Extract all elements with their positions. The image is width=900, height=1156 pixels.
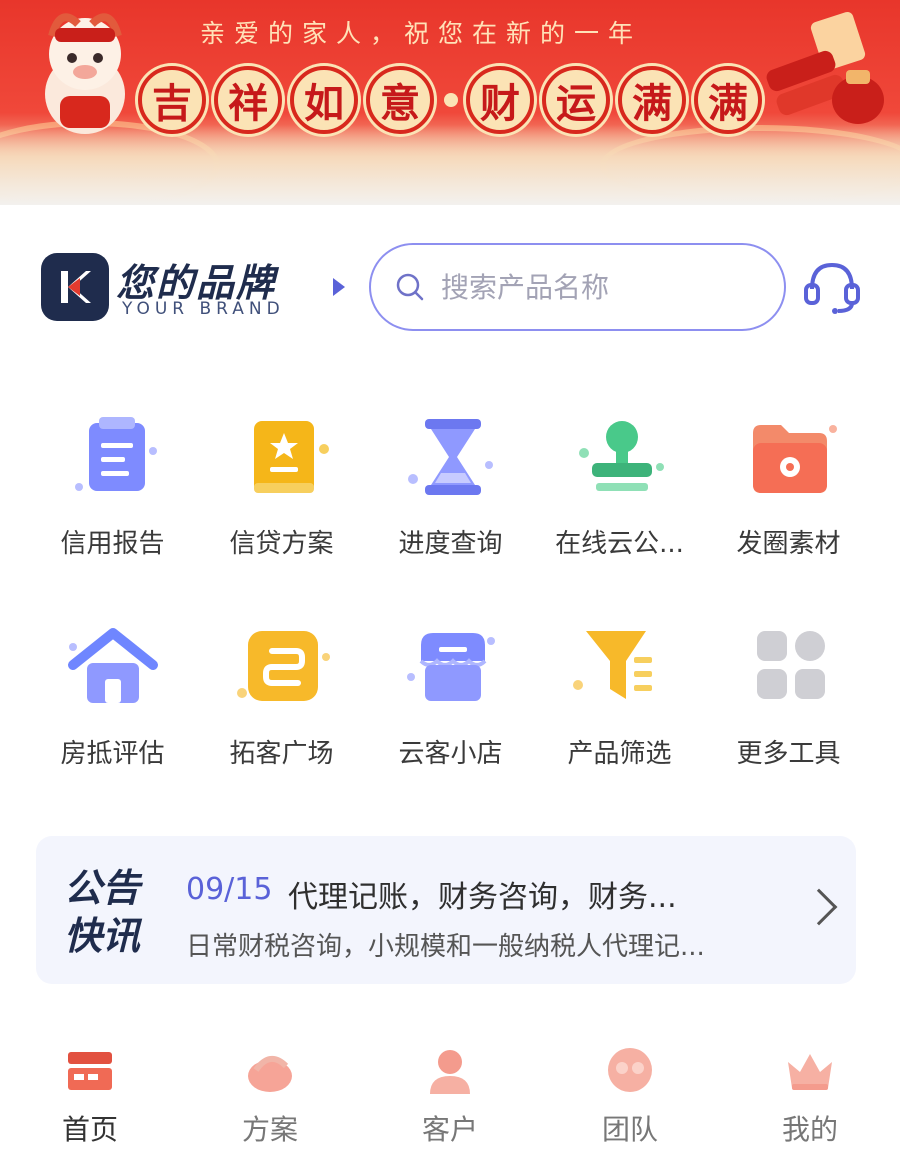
brand-subtitle: YOUR BRAND [122,299,285,319]
book-star-icon [253,421,329,493]
banner-char: 如 [290,66,358,134]
tool-label: 发圈素材 [736,529,841,559]
announcement-tag-line: 公告 [64,866,141,910]
customer-expand-icon [236,631,330,701]
tools-row: 信用报告 信贷方案 进度查询 在线云公... 发圈素材 [28,395,873,605]
crown-icon [788,1054,832,1090]
banner-char: 运 [542,66,610,134]
firecracker-gift-icon [766,11,884,124]
tool-label: 产品筛选 [567,739,672,769]
banner-char: 满 [618,66,686,134]
tools-row: 房抵评估 拓客广场 云客小店 产品筛选 更多工具 [28,605,873,815]
search-input[interactable] [441,270,741,304]
banner-title: 吉 祥 如 意 财 运 满 满 [138,66,770,134]
banner-subtitle: 亲爱的家人，祝您在新的一年 [200,19,643,48]
tool-label: 拓客广场 [229,739,334,769]
search-icon [396,273,424,301]
team-icon [608,1048,652,1092]
tool-progress-query[interactable]: 进度查询 [366,395,535,605]
shop-icon [406,633,495,701]
hourglass-icon [407,419,493,495]
tab-team[interactable]: 团队 [540,1030,720,1156]
customer-icon [430,1050,470,1094]
banner-char: 吉 [138,66,206,134]
search-bar[interactable] [369,243,786,331]
banner-char: 意 [366,66,434,134]
home-icon [68,1052,112,1090]
announcement-body: 日常财税咨询，小规模和一般纳税人代理记... [186,932,705,962]
tool-cloud-shop[interactable]: 云客小店 [366,605,535,815]
dragon-mascot-icon [45,13,125,134]
bottom-tab-bar: 首页 方案 客户 团队 我的 [0,1030,900,1156]
tab-plan[interactable]: 方案 [180,1030,360,1156]
announcement-date: 09/15 [186,872,273,907]
tool-more-tools[interactable]: 更多工具 [704,605,873,815]
new-year-banner[interactable]: 亲爱的家人，祝您在新的一年 吉 祥 如 意 财 运 满 满 [0,0,900,205]
banner-dot [444,93,458,107]
tab-label: 方案 [241,1113,298,1146]
customer-service-icon[interactable] [800,255,864,319]
stamp-icon [578,421,664,491]
tool-label: 信贷方案 [229,529,334,559]
tool-credit-report[interactable]: 信用报告 [28,395,197,605]
announcement-title: 代理记账，财务咨询，财务... [288,880,677,915]
tool-credit-plan[interactable]: 信贷方案 [197,395,366,605]
document-icon [74,417,157,491]
tool-online-seal[interactable]: 在线云公... [535,395,704,605]
chevron-right-icon[interactable] [800,888,838,926]
tool-label: 更多工具 [736,739,841,769]
brand-switch-arrow-icon[interactable] [333,278,345,296]
announcement-tag-line: 快讯 [64,914,141,958]
tab-label: 团队 [601,1113,658,1146]
announcement-tag: 公告 快讯 [64,864,164,960]
tool-product-filter[interactable]: 产品筛选 [535,605,704,815]
tool-property-valuation[interactable]: 房抵评估 [28,605,197,815]
banner-char: 祥 [214,66,282,134]
house-icon [67,628,158,703]
app-home-page: 亲爱的家人，祝您在新的一年 吉 祥 如 意 财 运 满 满 您的品牌 YOUR [0,0,900,1156]
tool-label: 云客小店 [398,739,503,769]
tab-label: 客户 [421,1113,478,1146]
tool-label: 在线云公... [555,529,684,559]
tool-customer-expansion[interactable]: 拓客广场 [197,605,366,815]
tab-mine[interactable]: 我的 [720,1030,900,1156]
tool-label: 进度查询 [398,529,503,559]
announcement-card[interactable]: 公告 快讯 09/15 代理记账，财务咨询，财务... 日常财税咨询，小规模和一… [36,836,856,984]
funnel-icon [572,631,652,699]
plan-icon [248,1056,292,1092]
tab-customer[interactable]: 客户 [360,1030,540,1156]
tool-label: 信用报告 [60,529,165,559]
tool-share-materials[interactable]: 发圈素材 [704,395,873,605]
tab-label: 首页 [61,1113,118,1146]
tool-label: 房抵评估 [60,739,165,769]
folder-icon [752,425,837,493]
more-grid-icon [756,631,825,699]
tab-label: 我的 [781,1113,838,1146]
tab-home[interactable]: 首页 [0,1030,180,1156]
tools-grid: 信用报告 信贷方案 进度查询 在线云公... 发圈素材 房抵评估 拓客广场 云客… [28,395,873,815]
banner-char: 财 [466,66,534,134]
brand-logo-icon [41,253,109,321]
